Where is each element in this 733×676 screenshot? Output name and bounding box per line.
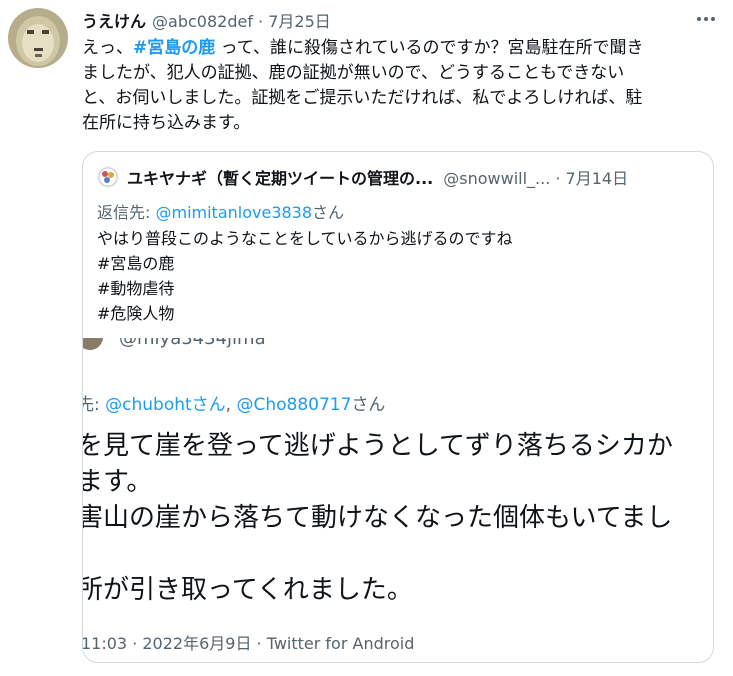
screenshot-handle: @miya3434jima — [119, 338, 266, 349]
quoted-tweet[interactable]: ユキヤナギ（暫く定期ツイートの管理の... @snowwill_... · 7月… — [82, 151, 714, 663]
hashtag-text: #危険人物 — [97, 304, 175, 323]
reply-handle-link[interactable]: @mimitanlove3838 — [155, 203, 312, 222]
author-name[interactable]: うえけん — [82, 8, 146, 32]
screenshot-reply-to: 先: @chubohtさん, @Cho880717さん — [83, 395, 386, 415]
author-handle-date[interactable]: @abc082def · 7月25日 — [152, 8, 331, 32]
screenshot-text: を見て崖を登って逃げようとしてずり落ちるシカか ます。 害山の崖から落ちて動けな… — [83, 431, 673, 605]
quoted-author-name: ユキヤナギ（暫く定期ツイートの管理の... — [127, 169, 434, 188]
more-horizontal-icon — [697, 17, 701, 21]
tweet-header: うえけん @abc082def · 7月25日 — [82, 8, 331, 32]
quoted-reply-to: 返信先: @mimitanlove3838さん — [97, 203, 345, 222]
attached-screenshot-image[interactable]: @miya3434jima 先: @chubohtさん, @Cho880717さ… — [83, 338, 713, 662]
screenshot-footer: 11:03 · 2022年6月9日 · Twitter for Android — [83, 634, 415, 653]
author-avatar[interactable] — [8, 8, 68, 68]
more-options-button[interactable] — [693, 6, 719, 32]
screenshot-avatar — [83, 338, 103, 350]
quoted-tweet-header: ユキヤナギ（暫く定期ツイートの管理の... @snowwill_... · 7月… — [97, 164, 701, 190]
hashtag-link[interactable]: #宮島の鹿 — [133, 38, 215, 58]
quoted-author-handle-date: @snowwill_... · 7月14日 — [443, 169, 629, 188]
hashtag-text: #動物虐待 — [97, 279, 175, 298]
quoted-author-avatar — [97, 166, 119, 188]
hashtag-text: #宮島の鹿 — [97, 254, 175, 273]
screenshot-cut-header: @miya3434jima — [83, 338, 713, 360]
tweet[interactable]: うえけん @abc082def · 7月25日 えっ、#宮島の鹿 って、誰に殺傷… — [0, 0, 733, 676]
quoted-tweet-text: やはり普段このようなことをしているから逃げるのですね #宮島の鹿 #動物虐待 #… — [97, 226, 513, 326]
tweet-text: えっ、#宮島の鹿 って、誰に殺傷されているのですか？宮島駐在所で聞き ましたが、… — [82, 38, 644, 133]
